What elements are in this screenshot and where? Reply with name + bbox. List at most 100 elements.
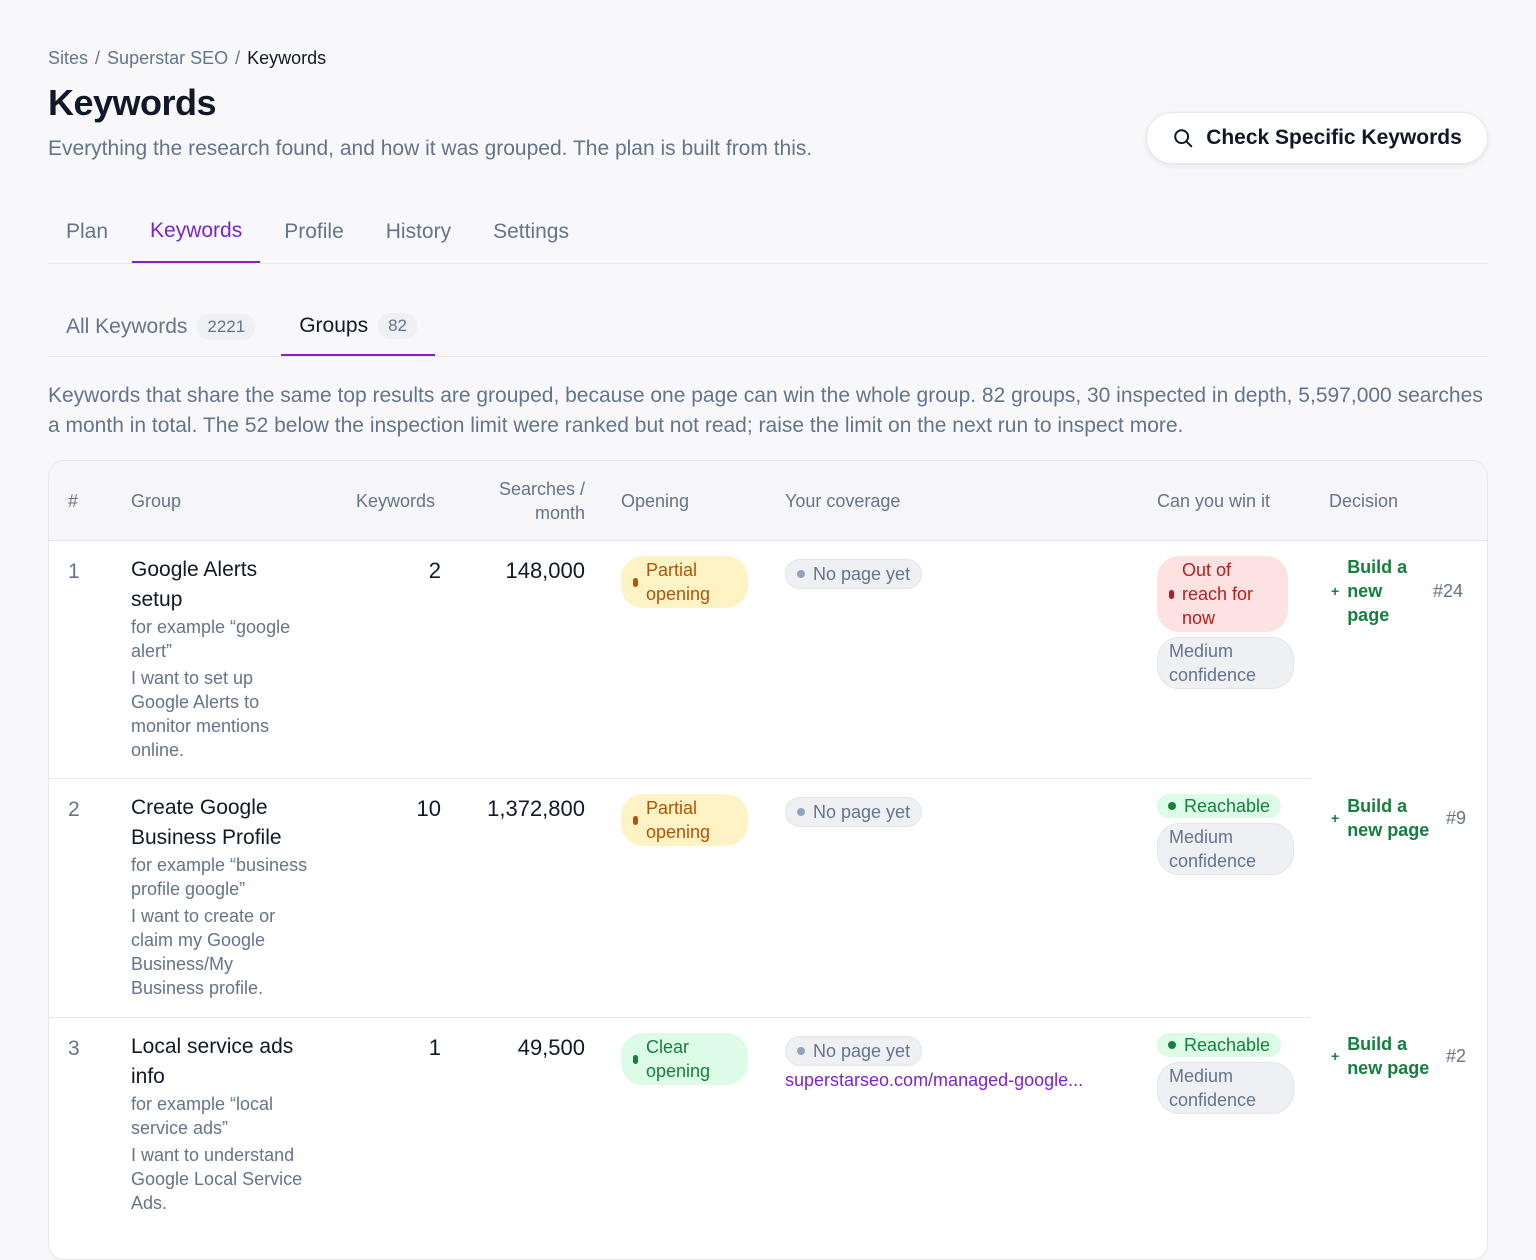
win-cell: Out of reach for now Medium confidence: [1157, 556, 1294, 689]
header-opening[interactable]: Opening: [621, 489, 689, 513]
header-decision[interactable]: Decision: [1329, 489, 1398, 513]
priority-rank: #2: [1446, 1046, 1467, 1066]
subtab-groups[interactable]: Groups 82: [281, 300, 436, 356]
opening-badge: Clear opening: [621, 1033, 748, 1085]
opening-label: Partial opening: [646, 798, 711, 842]
header-searches-line: Searches /: [498, 479, 585, 499]
breadcrumb-separator: /: [95, 48, 101, 68]
group-example: for example “google alert”: [131, 617, 291, 661]
opening-cell: Clear opening: [621, 1033, 748, 1085]
table-row[interactable]: 3 Local service ads info for example “lo…: [49, 1018, 1487, 1259]
confidence-label: Medium confidence: [1169, 1066, 1257, 1110]
confidence-label: Medium confidence: [1169, 641, 1257, 685]
group-cell: Local service ads info for example “loca…: [131, 1032, 316, 1215]
keyword-count: 1: [428, 1035, 441, 1060]
win-cell: Reachable Medium confidence: [1157, 794, 1294, 875]
opening-badge: Partial opening: [621, 556, 748, 608]
opening-label: Clear opening: [646, 1037, 711, 1081]
decision-label: Build a new page: [1347, 557, 1408, 625]
check-specific-keywords-button[interactable]: Check Specific Keywords: [1146, 112, 1488, 164]
confidence-label: Medium confidence: [1169, 827, 1257, 871]
group-cell: Google Alerts setup for example “google …: [131, 555, 321, 762]
row-number: 1: [68, 560, 80, 583]
coverage-cell: No page yet: [785, 559, 923, 589]
coverage-cell: No page yet: [785, 797, 923, 827]
coverage-cell: No page yet superstarseo.com/managed-goo…: [785, 1036, 1083, 1091]
tab-settings[interactable]: Settings: [475, 204, 587, 263]
keyword-count: 2: [428, 558, 441, 583]
row-number: 3: [68, 1037, 80, 1060]
table-row[interactable]: 1 Google Alerts setup for example “googl…: [49, 541, 1487, 779]
coverage-badge: No page yet: [785, 1036, 923, 1066]
check-button-label: Check Specific Keywords: [1206, 126, 1462, 149]
header-searches[interactable]: Searches / month: [449, 477, 585, 525]
breadcrumb-separator: /: [235, 48, 241, 68]
searches-value: 49,500: [517, 1035, 585, 1060]
coverage-label: No page yet: [813, 1041, 911, 1061]
breadcrumb-site[interactable]: Superstar SEO: [107, 48, 228, 68]
status-dot: [633, 1054, 638, 1064]
status-dot: [797, 808, 805, 816]
group-name[interactable]: Local service ads info: [131, 1032, 316, 1092]
group-name[interactable]: Create Google Business Profile: [131, 793, 306, 853]
decision-action[interactable]: + Build a new page: [1331, 794, 1435, 842]
keyword-subtabs: All Keywords 2221 Groups 82: [48, 300, 1488, 357]
decision-action[interactable]: + Build a new page: [1331, 555, 1415, 627]
confidence-badge: Medium confidence: [1157, 637, 1294, 689]
header-win[interactable]: Can you win it: [1157, 489, 1270, 513]
opening-label: Partial opening: [646, 560, 711, 604]
decision-label: Build a new page: [1347, 1034, 1430, 1078]
status-dot: [1168, 802, 1176, 810]
win-label: Reachable: [1184, 796, 1271, 816]
win-badge: Reachable: [1157, 794, 1282, 818]
status-dot: [633, 577, 638, 587]
decision-action[interactable]: + Build a new page: [1331, 1032, 1435, 1080]
subtab-all-keywords[interactable]: All Keywords 2221: [48, 300, 273, 356]
tab-keywords[interactable]: Keywords: [132, 204, 261, 263]
group-example: for example “business profile google”: [131, 855, 308, 899]
searches-value: 1,372,800: [487, 796, 585, 821]
subtab-label: Groups: [299, 314, 369, 337]
group-cell: Create Google Business Profile for examp…: [131, 793, 331, 1000]
coverage-label: No page yet: [813, 802, 911, 822]
coverage-badge: No page yet: [785, 797, 923, 827]
groups-description: Keywords that share the same top results…: [48, 384, 1483, 437]
page-subtitle: Everything the research found, and how i…: [48, 137, 813, 160]
decision-label: Build a new page: [1347, 796, 1430, 840]
tab-profile[interactable]: Profile: [266, 204, 362, 263]
win-label: Reachable: [1184, 1035, 1271, 1055]
group-name[interactable]: Google Alerts setup: [131, 555, 291, 615]
status-dot: [797, 1047, 805, 1055]
table-row[interactable]: 2 Create Google Business Profile for exa…: [49, 779, 1487, 1018]
group-intent: I want to understand Google Local Servic…: [131, 1145, 303, 1213]
tab-history[interactable]: History: [368, 204, 469, 263]
search-icon: [1174, 129, 1193, 148]
breadcrumb: Sites / Superstar SEO / Keywords: [48, 48, 326, 69]
header-keywords[interactable]: Keywords: [356, 489, 435, 513]
opening-cell: Partial opening: [621, 794, 748, 846]
header-coverage[interactable]: Your coverage: [785, 489, 900, 513]
row-number: 2: [68, 798, 80, 821]
win-cell: Reachable Medium confidence: [1157, 1033, 1294, 1114]
count-badge: 82: [378, 313, 418, 339]
keyword-count: 10: [416, 796, 441, 821]
win-label: Out of reach for now: [1182, 560, 1254, 628]
coverage-url-link[interactable]: superstarseo.com/managed-google...: [785, 1070, 1083, 1091]
opening-badge: Partial opening: [621, 794, 748, 846]
group-intent: I want to create or claim my Google Busi…: [131, 906, 276, 998]
tab-plan[interactable]: Plan: [48, 204, 126, 263]
plus-icon: +: [1331, 810, 1340, 826]
breadcrumb-sites[interactable]: Sites: [48, 48, 88, 68]
main-tabs: Plan Keywords Profile History Settings: [48, 204, 1488, 264]
coverage-badge: No page yet: [785, 559, 923, 589]
group-intent: I want to set up Google Alerts to monito…: [131, 668, 270, 760]
win-badge: Reachable: [1157, 1033, 1282, 1057]
group-example: for example “local service ads”: [131, 1094, 274, 1138]
plus-icon: +: [1331, 1048, 1340, 1064]
header-group[interactable]: Group: [131, 489, 181, 513]
status-dot: [1168, 1041, 1176, 1049]
win-badge: Out of reach for now: [1157, 556, 1288, 632]
priority-rank: #9: [1446, 808, 1467, 828]
coverage-label: No page yet: [813, 564, 911, 584]
status-dot: [797, 570, 805, 578]
